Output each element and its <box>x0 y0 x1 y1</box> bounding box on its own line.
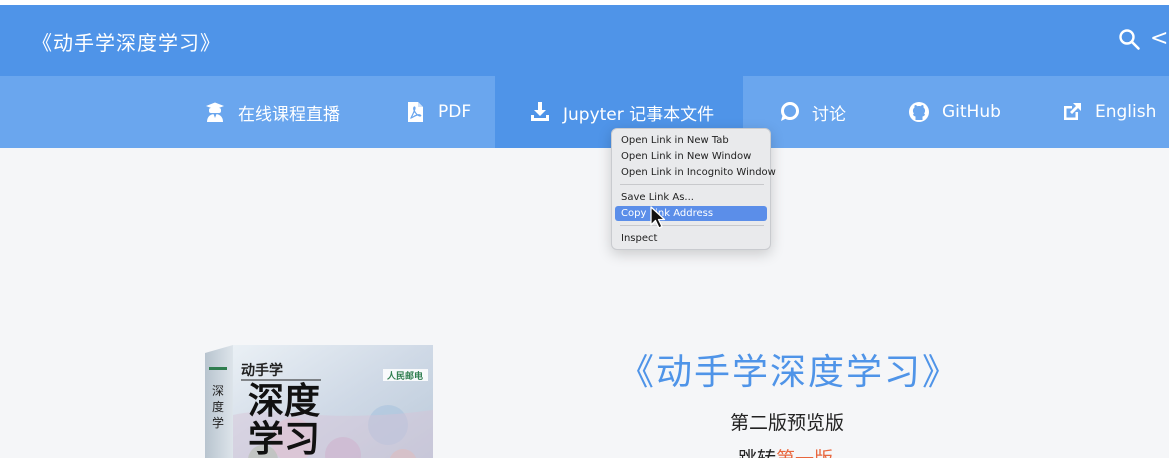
svg-text:学习: 学习 <box>248 418 320 458</box>
svg-text:深: 深 <box>212 384 224 398</box>
nav-item-label: 讨论 <box>812 104 846 125</box>
hero-title: 《动手学深度学习》 <box>618 352 961 393</box>
svg-text:人民邮电: 人民邮电 <box>386 370 423 382</box>
page: 《动手学深度学习》 < 在线课程直播 PDF Jupyter 记事本文件 讨论 … <box>0 0 1169 458</box>
svg-text:度: 度 <box>212 399 224 414</box>
site-header: 《动手学深度学习》 < <box>0 5 1169 76</box>
download-icon <box>531 102 549 121</box>
first-edition-prefix: 跳转 <box>738 448 776 458</box>
hero-subtitle: 第二版预览版 <box>730 412 845 434</box>
book-cover-image: 深 度 学 人民邮电 动手学 深度 学习 <box>205 345 433 458</box>
site-title[interactable]: 《动手学深度学习》 <box>32 27 221 56</box>
nav-item-online-course[interactable]: 在线课程直播 <box>204 76 340 148</box>
share-icon[interactable]: < <box>1150 25 1168 53</box>
menu-item-inspect[interactable]: Inspect <box>615 231 767 246</box>
nav-item-discuss[interactable]: 讨论 <box>778 76 846 148</box>
nav-item-label: English <box>1095 102 1157 122</box>
menu-item-save-link-as[interactable]: Save Link As... <box>615 190 767 205</box>
discuss-icon <box>781 102 799 121</box>
pdf-icon <box>408 102 423 122</box>
nav-item-label: Jupyter 记事本文件 <box>563 104 715 125</box>
svg-text:动手学: 动手学 <box>241 362 283 379</box>
svg-text:学: 学 <box>212 415 224 430</box>
mouse-cursor-icon <box>650 206 666 229</box>
nav-item-label: GitHub <box>942 102 1001 122</box>
menu-separator <box>620 184 764 185</box>
menu-item-copy-link-address[interactable]: Copy Link Address <box>615 206 767 221</box>
graduate-icon <box>206 102 224 122</box>
search-icon[interactable] <box>1117 27 1141 51</box>
nav-item-github[interactable]: GitHub <box>908 76 1001 148</box>
nav-item-english[interactable]: English <box>1061 76 1156 148</box>
navbar: 在线课程直播 PDF Jupyter 记事本文件 讨论 GitHub Engli… <box>0 76 1169 148</box>
menu-item-open-new-window[interactable]: Open Link in New Window <box>615 149 767 164</box>
nav-item-label: 在线课程直播 <box>238 104 340 125</box>
menu-item-open-new-tab[interactable]: Open Link in New Tab <box>615 133 767 148</box>
github-icon <box>909 102 929 122</box>
nav-item-pdf[interactable]: PDF <box>404 76 471 148</box>
nav-item-label: PDF <box>438 102 472 122</box>
first-edition-link[interactable]: 第一版 <box>776 448 833 458</box>
menu-item-open-incognito[interactable]: Open Link in Incognito Window <box>615 165 776 180</box>
svg-text:深度: 深度 <box>248 380 320 422</box>
context-menu: Open Link in New Tab Open Link in New Wi… <box>611 128 776 250</box>
first-edition-line: 跳转第一版 <box>738 444 833 458</box>
menu-separator <box>620 225 764 226</box>
external-link-icon <box>1064 103 1081 120</box>
